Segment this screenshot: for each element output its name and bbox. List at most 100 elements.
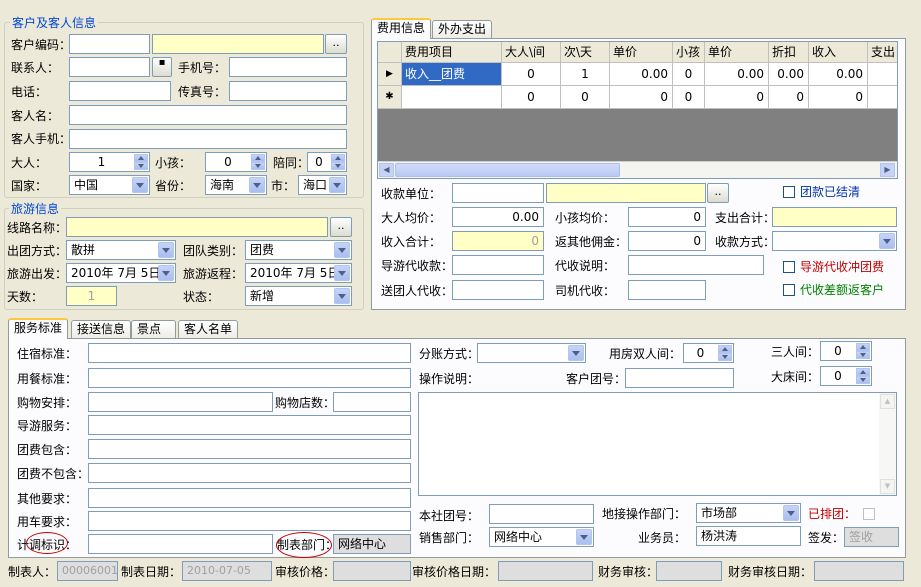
- table-cell[interactable]: 1: [561, 63, 610, 86]
- driver-collect-input[interactable]: [628, 280, 706, 300]
- guide-service-input[interactable]: [88, 415, 411, 435]
- triple-room-stepper[interactable]: 0: [820, 341, 872, 361]
- days-input[interactable]: 1: [66, 286, 117, 306]
- adult-stepper[interactable]: 1: [69, 152, 150, 172]
- audit-price-input[interactable]: [333, 561, 411, 581]
- split-select[interactable]: [477, 343, 586, 363]
- col-header-child[interactable]: 小孩: [673, 42, 705, 63]
- dropdown-arrow-icon[interactable]: [132, 177, 148, 193]
- dropdown-arrow-icon[interactable]: [334, 288, 350, 304]
- guide-offset-checkbox[interactable]: [783, 261, 795, 273]
- vehicle-req-input[interactable]: [88, 511, 411, 531]
- table-cell-item[interactable]: 收入__团费: [402, 63, 502, 86]
- tab-scenic-spots[interactable]: 景点: [131, 320, 176, 339]
- table-cell[interactable]: 0: [502, 86, 561, 109]
- col-header-income[interactable]: 收入: [809, 42, 868, 63]
- spin-up-icon[interactable]: [856, 343, 870, 351]
- table-cell[interactable]: 0: [769, 86, 809, 109]
- sales-dept-select[interactable]: 网络中心: [489, 527, 594, 547]
- horizontal-scrollbar[interactable]: ◀ ▶: [378, 161, 897, 178]
- arranged-checkbox[interactable]: [863, 508, 875, 520]
- dropdown-arrow-icon[interactable]: [249, 177, 265, 193]
- spin-up-icon[interactable]: [331, 154, 345, 162]
- tab-service-standard[interactable]: 服务标准: [8, 318, 69, 339]
- scroll-right-icon[interactable]: ▶: [880, 163, 895, 177]
- spin-down-icon[interactable]: [718, 353, 732, 361]
- province-select[interactable]: 海南: [205, 175, 267, 195]
- tab-guest-list[interactable]: 客人名单: [178, 320, 239, 339]
- col-header-child-price[interactable]: 单价: [705, 42, 769, 63]
- team-no-input[interactable]: [489, 504, 594, 524]
- col-header-price[interactable]: 单价: [610, 42, 673, 63]
- scroll-down-icon[interactable]: ▼: [880, 479, 895, 494]
- guide-collect-input[interactable]: [452, 255, 544, 275]
- dropdown-arrow-icon[interactable]: [568, 345, 584, 361]
- table-cell[interactable]: 0: [809, 86, 868, 109]
- route-input[interactable]: [66, 217, 328, 237]
- include-input[interactable]: [88, 439, 411, 459]
- big-bed-stepper[interactable]: 0: [820, 366, 872, 386]
- shopping-input[interactable]: [88, 392, 273, 412]
- expense-total-input[interactable]: [772, 207, 897, 227]
- team-type-select[interactable]: 团费: [245, 240, 352, 260]
- table-cell-item[interactable]: [402, 86, 502, 109]
- scroll-thumb[interactable]: [395, 163, 620, 177]
- tab-external-expense[interactable]: 外办支出: [432, 20, 493, 39]
- escort-stepper[interactable]: 0: [307, 152, 347, 172]
- dropdown-arrow-icon[interactable]: [879, 233, 895, 249]
- col-header-expense[interactable]: 支出: [868, 42, 897, 63]
- table-cell[interactable]: 0: [610, 86, 673, 109]
- depart-date-picker[interactable]: 2010年 7月 5日: [66, 263, 176, 283]
- mobile-input[interactable]: [229, 57, 347, 77]
- exclude-input[interactable]: [88, 463, 411, 483]
- country-select[interactable]: 中国: [69, 175, 150, 195]
- sign-input[interactable]: 签收: [844, 527, 899, 547]
- guest-mobile-input[interactable]: [69, 129, 347, 149]
- phone-input[interactable]: [69, 81, 171, 101]
- collect-note-input[interactable]: [628, 255, 764, 275]
- sender-collect-input[interactable]: [452, 280, 544, 300]
- table-cell[interactable]: 0: [561, 86, 610, 109]
- cust-team-input[interactable]: [625, 368, 734, 388]
- spin-down-icon[interactable]: [856, 351, 870, 359]
- scroll-up-icon[interactable]: ▲: [880, 394, 895, 409]
- city-select[interactable]: 海口: [298, 175, 347, 195]
- table-cell[interactable]: 0: [673, 63, 705, 86]
- col-header-times[interactable]: 次\天: [561, 42, 610, 63]
- scroll-left-icon[interactable]: ◀: [379, 163, 394, 177]
- make-date-input[interactable]: 2010-07-05: [182, 561, 272, 581]
- child-avg-input[interactable]: 0: [628, 207, 706, 227]
- return-date-picker[interactable]: 2010年 7月 5日: [245, 263, 352, 283]
- dropdown-arrow-icon[interactable]: [576, 529, 592, 545]
- spin-up-icon[interactable]: [134, 154, 148, 162]
- settled-checkbox[interactable]: [783, 186, 795, 198]
- table-cell[interactable]: 0.00: [705, 63, 769, 86]
- col-header-discount[interactable]: 折扣: [769, 42, 809, 63]
- col-header-item[interactable]: 费用项目: [402, 42, 502, 63]
- op-note-textarea[interactable]: ▲ ▼: [418, 392, 897, 496]
- diff-return-checkbox[interactable]: [783, 284, 795, 296]
- receipt-unit-name-input[interactable]: [546, 183, 706, 203]
- guest-name-input[interactable]: [69, 105, 347, 125]
- status-select[interactable]: 新增: [245, 286, 352, 306]
- spin-up-icon[interactable]: [251, 154, 265, 162]
- dept-input[interactable]: 网络中心: [333, 534, 411, 554]
- salesman-input[interactable]: 杨洪涛: [696, 526, 801, 546]
- fin-audit-input[interactable]: [656, 561, 722, 581]
- receipt-unit-code-input[interactable]: [452, 183, 544, 203]
- spin-up-icon[interactable]: [856, 368, 870, 376]
- tab-fee-info[interactable]: 费用信息: [371, 18, 432, 39]
- table-cell[interactable]: 0: [673, 86, 705, 109]
- local-dept-select[interactable]: 市场部: [696, 503, 801, 523]
- maker-input[interactable]: 00006001: [57, 561, 118, 581]
- contact-input[interactable]: [69, 57, 150, 77]
- double-room-stepper[interactable]: 0: [683, 343, 734, 363]
- table-cell[interactable]: [868, 86, 897, 109]
- pay-method-select[interactable]: [772, 231, 897, 251]
- spin-down-icon[interactable]: [331, 162, 345, 170]
- lodging-input[interactable]: [88, 343, 411, 363]
- dropdown-arrow-icon[interactable]: [158, 242, 174, 258]
- calendar-dropdown-icon[interactable]: [158, 265, 174, 281]
- calendar-dropdown-icon[interactable]: [334, 265, 350, 281]
- contact-browse-button[interactable]: ▪: [152, 57, 172, 77]
